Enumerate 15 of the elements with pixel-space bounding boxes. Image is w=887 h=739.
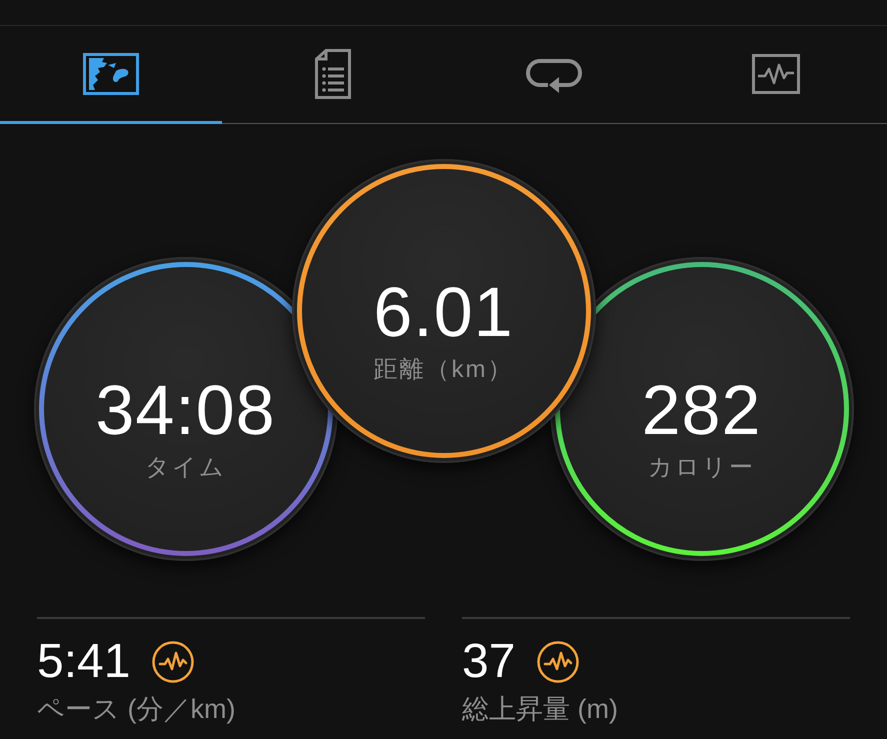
stat-label: ペース (分／km) (37, 693, 236, 726)
metric-label: タイム (145, 453, 226, 483)
metric-label: 距離（km） (374, 355, 514, 385)
waveform-chart-icon (752, 54, 800, 94)
stat-value: 5:41 (37, 636, 130, 688)
map-icon (82, 52, 139, 94)
stat-label: 総上昇量 (m) (462, 693, 619, 726)
metric-label: カロリー (648, 453, 755, 483)
metric-value: 34:08 (95, 374, 276, 446)
pulse-icon (537, 641, 580, 683)
document-list-icon (314, 48, 351, 98)
stat-value: 37 (462, 636, 516, 688)
metric-value: 6.01 (373, 276, 514, 348)
pulse-icon (152, 641, 194, 683)
metric-value: 282 (642, 374, 762, 446)
